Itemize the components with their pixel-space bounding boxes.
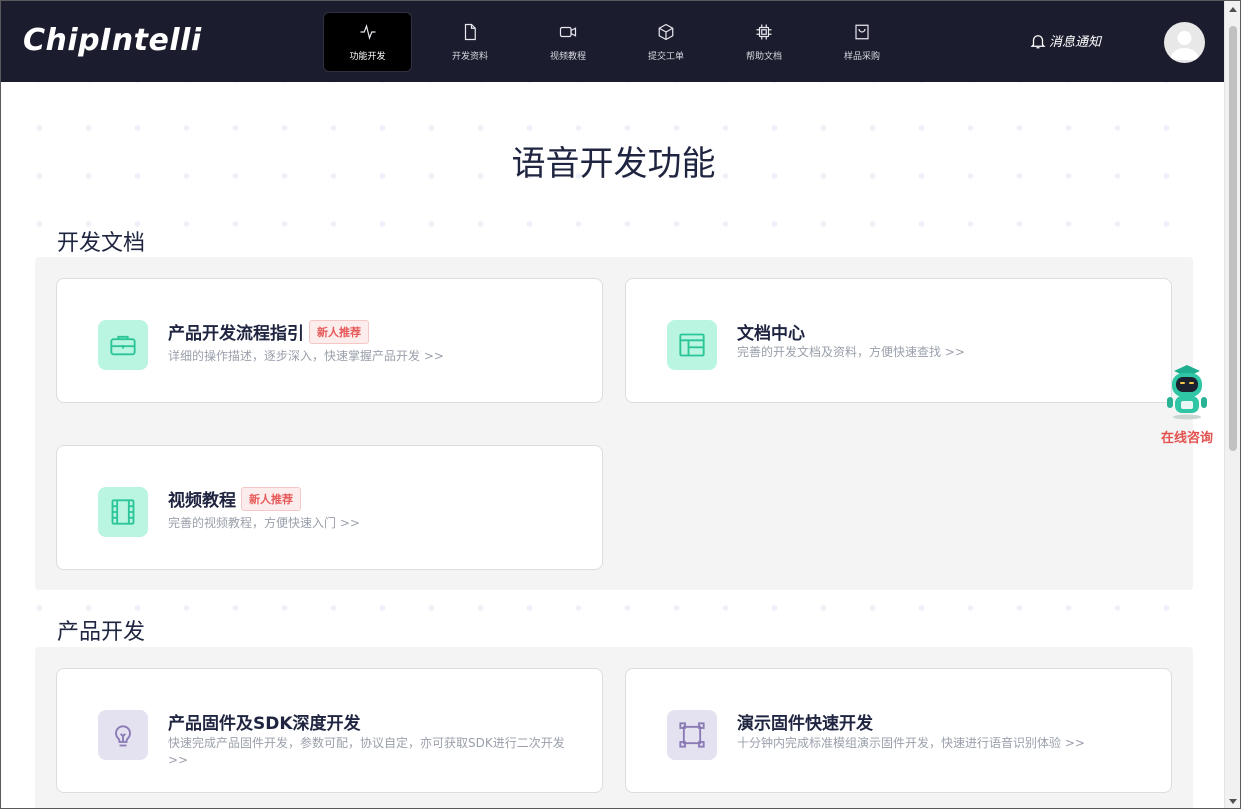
scroll-thumb[interactable] — [1229, 26, 1237, 451]
card-demo-firmware-dev[interactable]: 演示固件快速开发 十分钟内完成标准模组演示固件开发，快速进行语音识别体验 >> — [625, 668, 1172, 793]
card-description: 十分钟内完成标准模组演示固件开发，快速进行语音识别体验 >> — [737, 736, 1085, 750]
card-icon-box — [98, 487, 148, 537]
top-header: ChipIntelli 功能开发 开发资料 视频教程 提交工单 帮助文档 样品采… — [1, 1, 1240, 82]
notifications-label: 消息通知 — [1049, 35, 1102, 50]
browser-frame: ChipIntelli 功能开发 开发资料 视频教程 提交工单 帮助文档 样品采… — [0, 0, 1241, 809]
card-title-text: 演示固件快速开发 — [737, 714, 873, 734]
card-firmware-sdk-dev[interactable]: 产品固件及SDK深度开发 快速完成产品固件开发，参数可配，协议自定，亦可获取SD… — [56, 668, 603, 793]
section-title-dev-docs: 开发文档 — [57, 231, 146, 256]
section-title-product-dev: 产品开发 — [57, 620, 146, 645]
nav-item-sample-purchase[interactable]: 样品采购 — [813, 12, 911, 72]
file-icon — [464, 23, 476, 40]
section-panel-dev-docs: 产品开发流程指引 新人推荐 详细的操作描述，逐步深入，快速掌握产品开发 >> 文… — [35, 257, 1193, 590]
card-title-text: 文档中心 — [737, 324, 805, 344]
card-description: 完善的视频教程，方便快速入门 >> — [168, 516, 360, 530]
card-title: 文档中心 — [737, 319, 805, 344]
card-icon-box — [98, 710, 148, 760]
lightbulb-icon — [115, 725, 131, 747]
film-icon — [111, 499, 135, 525]
new-user-badge: 新人推荐 — [241, 486, 301, 511]
robot-icon — [1167, 365, 1207, 420]
nav-label: 功能开发 — [349, 51, 386, 62]
card-title: 视频教程 新人推荐 — [168, 486, 301, 511]
nav-label: 样品采购 — [843, 51, 880, 62]
chip-icon — [756, 24, 772, 39]
card-description: 快速完成产品固件开发，参数可配，协议自定，亦可获取SDK进行二次开发 >> — [168, 736, 565, 767]
card-icon-box — [98, 320, 148, 370]
cube-icon — [658, 23, 674, 40]
section-panel-product-dev: 产品固件及SDK深度开发 快速完成产品固件开发，参数可配，协议自定，亦可获取SD… — [35, 647, 1193, 808]
layout-icon — [679, 333, 705, 357]
card-title-text: 产品固件及SDK深度开发 — [168, 714, 361, 734]
online-consult-button[interactable]: 在线咨询 — [1156, 363, 1218, 446]
nav-item-help-docs[interactable]: 帮助文档 — [715, 12, 813, 72]
toolbox-icon — [110, 335, 136, 356]
card-description: 完善的开发文档及资料，方便快速查找 >> — [737, 345, 965, 359]
card-title-text: 视频教程 — [168, 491, 236, 511]
video-icon — [559, 26, 577, 37]
main-nav: 功能开发 开发资料 视频教程 提交工单 帮助文档 样品采购 — [323, 12, 911, 72]
bell-icon — [1030, 34, 1046, 48]
nav-item-video-tutorial[interactable]: 视频教程 — [519, 12, 617, 72]
page-title: 语音开发功能 — [511, 144, 716, 184]
card-icon-box — [667, 710, 717, 760]
vertical-scrollbar[interactable] — [1224, 1, 1240, 808]
scroll-down-arrow-icon[interactable] — [1229, 799, 1237, 804]
card-video-tutorial[interactable]: 视频教程 新人推荐 完善的视频教程，方便快速入门 >> — [56, 445, 603, 570]
nav-label: 帮助文档 — [745, 51, 782, 62]
avatar[interactable] — [1164, 22, 1205, 63]
scroll-up-arrow-icon[interactable] — [1229, 7, 1237, 12]
frame-icon — [679, 722, 705, 748]
card-title: 产品开发流程指引 新人推荐 — [168, 319, 369, 344]
nav-label: 开发资料 — [451, 51, 488, 62]
card-title: 演示固件快速开发 — [737, 709, 873, 734]
new-user-badge: 新人推荐 — [309, 319, 369, 344]
nav-item-dev-materials[interactable]: 开发资料 — [421, 12, 519, 72]
logo[interactable]: ChipIntelli — [23, 23, 202, 58]
notifications-button[interactable]: 消息通知 — [1029, 31, 1101, 50]
activity-icon — [360, 23, 375, 40]
online-consult-label: 在线咨询 — [1160, 431, 1213, 446]
shopping-bag-icon — [855, 24, 869, 39]
nav-label: 提交工单 — [647, 51, 684, 62]
card-product-dev-guide[interactable]: 产品开发流程指引 新人推荐 详细的操作描述，逐步深入，快速掌握产品开发 >> — [56, 278, 603, 403]
user-icon — [1170, 31, 1199, 60]
card-doc-center[interactable]: 文档中心 完善的开发文档及资料，方便快速查找 >> — [625, 278, 1172, 403]
card-title: 产品固件及SDK深度开发 — [168, 709, 361, 734]
card-icon-box — [667, 320, 717, 370]
card-description: 详细的操作描述，逐步深入，快速掌握产品开发 >> — [168, 349, 444, 363]
nav-item-submit-ticket[interactable]: 提交工单 — [617, 12, 715, 72]
nav-item-feature-dev[interactable]: 功能开发 — [323, 12, 412, 72]
card-title-text: 产品开发流程指引 — [168, 324, 304, 344]
main-content: 语音开发功能 开发文档 产品开发流程指引 新人推荐 详细的操作描述，逐步深入，快… — [15, 82, 1212, 808]
nav-label: 视频教程 — [549, 51, 586, 62]
